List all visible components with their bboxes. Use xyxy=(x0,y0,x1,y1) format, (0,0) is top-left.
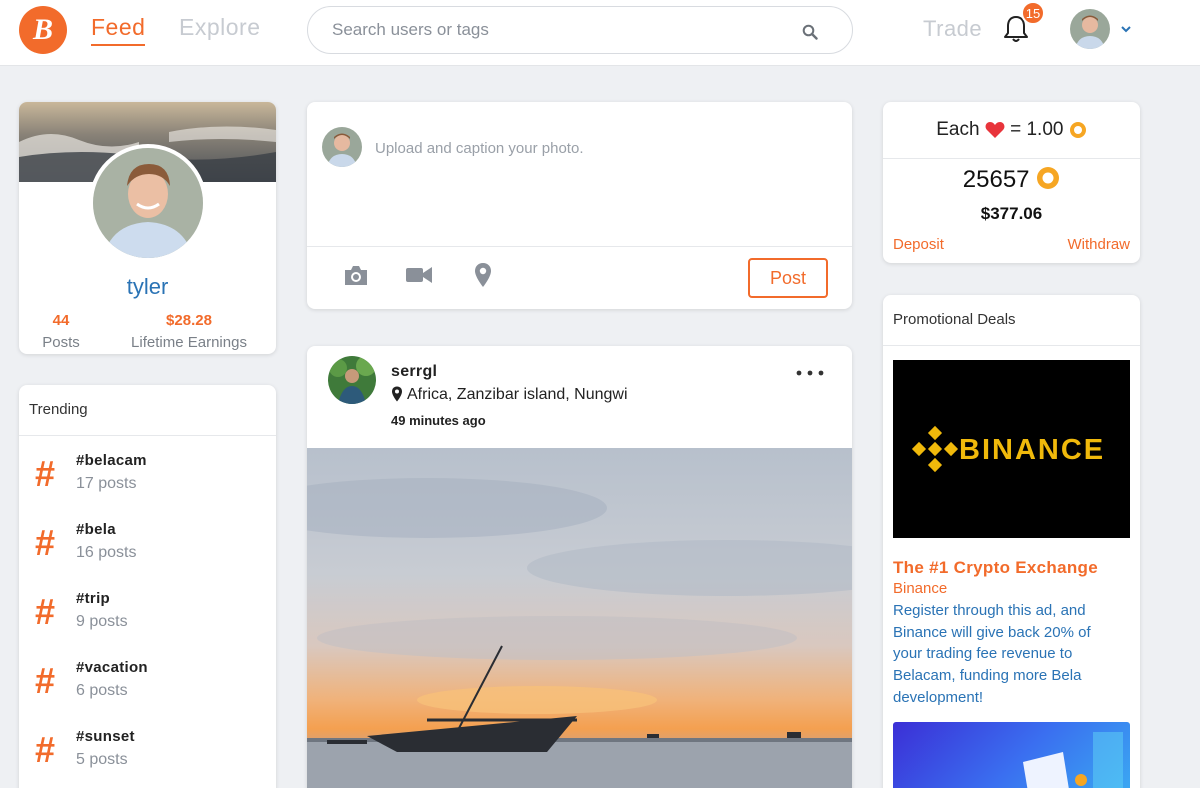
camera-icon[interactable] xyxy=(342,262,370,288)
tag-name[interactable]: #bela xyxy=(76,521,116,538)
trending-tag-item[interactable]: # #vacation 6 posts xyxy=(19,655,276,715)
more-dots-icon[interactable] xyxy=(795,368,825,378)
posts-count: 44 xyxy=(52,312,70,329)
withdraw-link[interactable]: Withdraw xyxy=(1067,236,1130,253)
post-author-avatar[interactable] xyxy=(328,356,376,404)
tag-post-count: 6 posts xyxy=(76,682,128,699)
binance-logo-text: BINANCE xyxy=(959,434,1105,466)
hashtag-icon: # xyxy=(35,522,56,563)
logo-letter: B xyxy=(32,13,53,46)
hashtag-icon: # xyxy=(35,453,56,494)
promo-title: Promotional Deals xyxy=(893,311,1016,328)
tag-name[interactable]: #sunset xyxy=(76,728,135,745)
hashtag-icon: # xyxy=(35,591,56,632)
lifetime-earnings-value: $28.28 xyxy=(166,312,212,329)
post-composer: Post xyxy=(307,102,852,309)
nav-trade-link[interactable]: Trade xyxy=(923,16,982,42)
search-input[interactable] xyxy=(332,19,772,41)
profile-username[interactable]: tyler xyxy=(19,274,276,300)
search-bar xyxy=(307,6,853,54)
trending-tag-item[interactable]: # #sunset 5 posts xyxy=(19,724,276,784)
bela-coin-icon xyxy=(1069,122,1086,138)
notification-badge: 15 xyxy=(1021,1,1045,25)
divider xyxy=(19,435,276,436)
lifetime-earnings-label: Lifetime Earnings xyxy=(131,334,247,351)
tag-post-count: 5 posts xyxy=(76,751,128,768)
like-value-rate: Each = 1.00 xyxy=(883,119,1140,141)
posts-label: Posts xyxy=(42,334,80,351)
profile-avatar-image xyxy=(93,148,203,258)
bela-coin-icon xyxy=(1037,167,1060,189)
second-ad-banner[interactable] xyxy=(893,722,1130,788)
divider xyxy=(307,246,852,247)
chevron-down-icon[interactable] xyxy=(1120,24,1132,34)
top-nav-bar: B Feed Explore Trade 15 xyxy=(0,0,1200,66)
location-pin-icon[interactable] xyxy=(469,262,497,288)
trending-tag-item[interactable]: # #belacam 17 posts xyxy=(19,448,276,508)
belacam-logo[interactable]: B xyxy=(19,6,67,54)
trending-card: Trending # #belacam 17 posts # #bela 16 … xyxy=(19,385,276,788)
usd-balance: $377.06 xyxy=(980,204,1043,223)
nav-feed-link[interactable]: Feed xyxy=(91,14,146,46)
trending-tag-item[interactable]: # #bela 16 posts xyxy=(19,517,276,577)
profile-avatar[interactable] xyxy=(89,144,207,262)
tag-post-count: 9 posts xyxy=(76,613,128,630)
tag-name[interactable]: #belacam xyxy=(76,452,147,469)
location-pin-icon xyxy=(392,386,402,402)
like-rate-prefix: Each xyxy=(936,119,980,140)
deposit-link[interactable]: Deposit xyxy=(893,236,944,253)
post-timestamp: 49 minutes ago xyxy=(391,413,486,428)
like-rate-value: = 1.00 xyxy=(1010,119,1064,140)
post-location[interactable]: Africa, Zanzibar island, Nungwi xyxy=(407,386,628,404)
post-button[interactable]: Post xyxy=(748,258,828,298)
post-author-name[interactable]: serrgl xyxy=(391,363,437,381)
search-icon[interactable] xyxy=(802,24,818,40)
ad-illustration xyxy=(1023,732,1123,788)
ad-title[interactable]: The #1 Crypto Exchange xyxy=(893,558,1098,578)
divider xyxy=(883,345,1140,346)
feed-post: serrgl Africa, Zanzibar island, Nungwi 4… xyxy=(307,346,852,788)
tag-post-count: 16 posts xyxy=(76,544,137,561)
binance-ad-banner[interactable]: BINANCE xyxy=(893,360,1130,538)
hashtag-icon: # xyxy=(35,729,56,770)
nav-explore-link[interactable]: Explore xyxy=(179,14,260,41)
tag-name[interactable]: #trip xyxy=(76,590,110,607)
bela-balance: 25657 xyxy=(883,166,1140,194)
ad-description[interactable]: Register through this ad, and Binance wi… xyxy=(893,600,1123,709)
avatar-image xyxy=(322,127,362,167)
caption-input[interactable] xyxy=(375,140,775,157)
tag-post-count: 17 posts xyxy=(76,475,137,492)
balance-card: Each = 1.00 25657 $377.06 Deposit Withdr… xyxy=(883,102,1140,263)
composer-avatar xyxy=(322,127,362,167)
post-photo[interactable] xyxy=(307,448,852,788)
avatar-image xyxy=(328,356,376,404)
binance-logo: BINANCE xyxy=(893,360,1130,538)
ad-brand[interactable]: Binance xyxy=(893,580,947,597)
trending-tag-item[interactable]: # #trip 9 posts xyxy=(19,586,276,646)
user-avatar[interactable] xyxy=(1070,9,1110,49)
hashtag-icon: # xyxy=(35,660,56,701)
tag-name[interactable]: #vacation xyxy=(76,659,148,676)
promotional-deals-card: Promotional Deals BINANCE The #1 Crypto … xyxy=(883,295,1140,788)
divider xyxy=(883,158,1140,159)
bela-balance-amount: 25657 xyxy=(962,166,1030,193)
heart-icon xyxy=(985,122,1005,138)
video-icon[interactable] xyxy=(405,262,433,288)
avatar-image xyxy=(1070,9,1110,49)
trending-title: Trending xyxy=(29,401,88,418)
profile-card: tyler 44 Posts $28.28 Lifetime Earnings xyxy=(19,102,276,354)
